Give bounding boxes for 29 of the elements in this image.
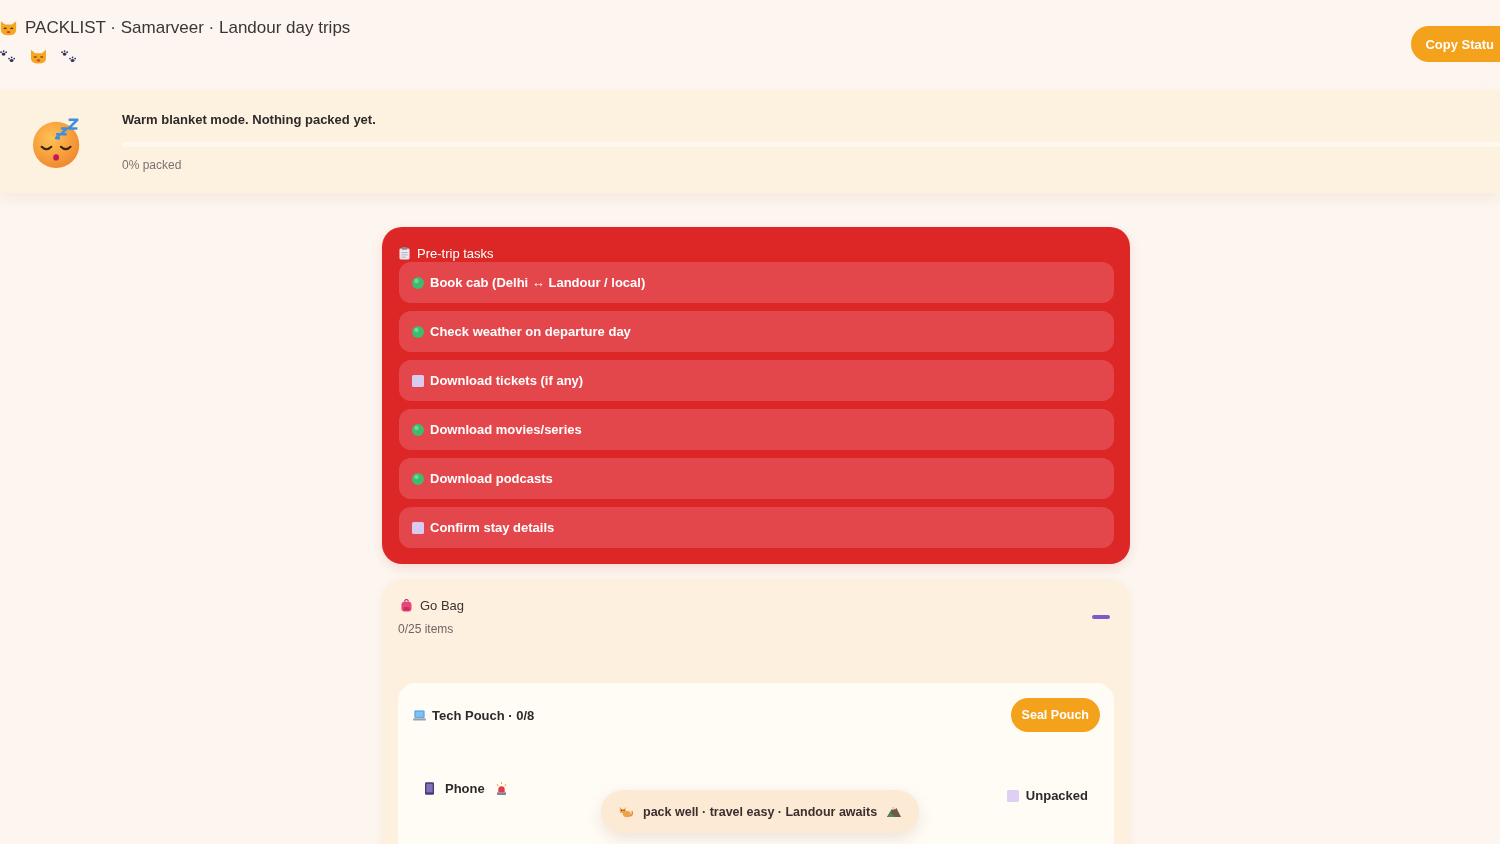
laptop-icon [413, 709, 426, 721]
task-row[interactable]: Check weather on departure day [399, 311, 1114, 352]
cat-face-icon [30, 49, 47, 64]
task-row[interactable]: Download movies/series [399, 409, 1114, 450]
item-count: 0/25 items [398, 622, 455, 636]
paw-prints-icon [61, 50, 77, 63]
cat-icon [619, 805, 633, 818]
copy-status-button[interactable]: Copy Statu [1411, 26, 1500, 62]
section-title: Go Bag [420, 598, 465, 613]
phone-icon [425, 782, 434, 795]
task-row[interactable]: Download tickets (if any) [399, 360, 1114, 401]
minus-icon[interactable] [1092, 615, 1110, 619]
task-row[interactable]: Download podcasts [399, 458, 1114, 499]
mountain-icon [887, 806, 902, 817]
seal-pouch-button[interactable]: Seal Pouch [1010, 698, 1100, 732]
footer-text: pack well · travel easy · Landour awaits [643, 804, 878, 819]
card-title: Pre-trip tasks [417, 246, 494, 261]
task-row[interactable]: Confirm stay details [399, 507, 1114, 548]
pouch-title: Tech Pouch · 0/8 [432, 707, 535, 723]
status-toggle[interactable]: Unpacked [1006, 788, 1088, 803]
paw-prints-icon [0, 50, 16, 63]
task-row[interactable]: Book cab (Delhi ↔ Landour / local) [399, 262, 1114, 303]
item-name: Phone [445, 781, 485, 796]
progress-label: 0% packed [122, 157, 183, 172]
clipboard-icon [399, 247, 410, 260]
cat-face-icon [0, 20, 17, 36]
banner-message: Warm blanket mode. Nothing packed yet. [122, 111, 377, 127]
app-title: PACKLIST · Samarveer · Landour day trips [25, 18, 351, 38]
backpack-icon [401, 599, 412, 612]
